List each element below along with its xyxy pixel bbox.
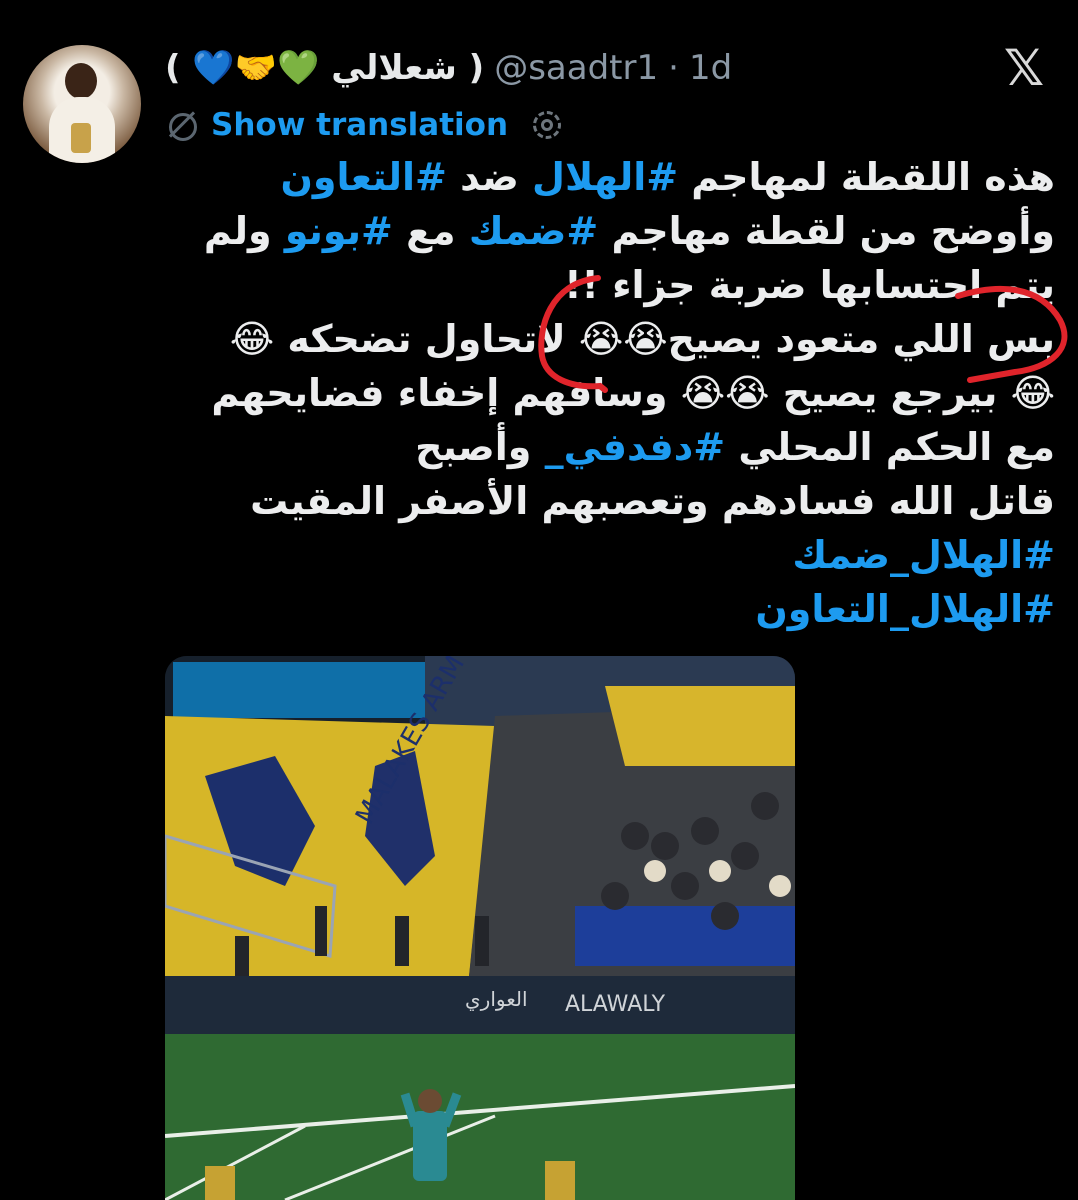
meta-separator: · xyxy=(668,48,679,88)
tweet-line-4: بس اللي متعود يصيح😭😭 لاتحاول تضحكه 😂 xyxy=(229,317,1055,361)
user-handle[interactable]: @saadtr1 xyxy=(494,48,658,88)
avatar[interactable] xyxy=(23,45,141,163)
display-name[interactable]: ( شعلالي 💚🤝💙 ) xyxy=(165,48,484,88)
gear-icon[interactable] xyxy=(530,108,564,142)
hashtag-link[interactable]: #بونو xyxy=(285,209,393,253)
ad-board-text-ar: العواري xyxy=(465,987,528,1012)
text-span: ضد xyxy=(446,155,533,199)
show-translation-link[interactable]: Show translation xyxy=(211,107,508,143)
tweet-line-2: وأوضح من لقطة مهاجم #ضمك مع #بونو ولم xyxy=(165,204,1055,258)
globe-icon xyxy=(165,109,197,141)
tweet-line-7: قاتل الله فسادهم وتعصبهم الأصفر المقيت xyxy=(250,479,1055,523)
tweet-line-5: 😂 بيرجع يصيح 😭😭 وسافهم إخفاء فضايحهم xyxy=(211,371,1055,415)
hashtag-link[interactable]: #ضمك xyxy=(469,209,598,253)
text-span: ولم xyxy=(203,209,285,253)
tweet-header: ( شعلالي 💚🤝💙 ) @saadtr1 · 1d xyxy=(165,43,732,93)
translate-row: Show translation xyxy=(165,102,564,148)
avatar-belt xyxy=(71,123,91,153)
stadium-scene: MALAKES ARMY ALAWALY العواري xyxy=(165,656,795,1200)
x-logo-icon[interactable]: 𝕏 xyxy=(996,39,1052,97)
tweet-text: هذه اللقطة لمهاجم #الهلال ضد #التعاون وأ… xyxy=(165,150,1055,636)
hashtag-link[interactable]: #دفدفي_ xyxy=(545,425,726,469)
hashtag-link[interactable]: #الهلال_التعاون xyxy=(165,582,1055,636)
tweet-line-6: مع الحكم المحلي #دفدفي_ وأصبح xyxy=(165,420,1055,474)
hashtag-link[interactable]: #الهلال xyxy=(532,155,678,199)
tweet-video[interactable]: MALAKES ARMY ALAWALY العواري xyxy=(165,656,795,1200)
hashtag-link[interactable]: #التعاون xyxy=(280,155,446,199)
hashtag-link[interactable]: #الهلال_ضمك xyxy=(165,528,1055,582)
text-span: مع xyxy=(392,209,469,253)
tweet-line-3: يتم احتسابها ضربة جزاء !! xyxy=(564,263,1055,307)
tweet-line-1: هذه اللقطة لمهاجم #الهلال ضد #التعاون xyxy=(165,150,1055,204)
tweet-time[interactable]: 1d xyxy=(689,48,732,88)
text-span: وأصبح xyxy=(415,425,545,469)
text-span: مع الحكم المحلي xyxy=(725,425,1055,469)
ad-board-text: ALAWALY xyxy=(565,992,666,1017)
avatar-head xyxy=(65,63,97,99)
text-span: هذه اللقطة لمهاجم xyxy=(678,155,1055,199)
text-span: وأوضح من لقطة مهاجم xyxy=(598,209,1055,253)
